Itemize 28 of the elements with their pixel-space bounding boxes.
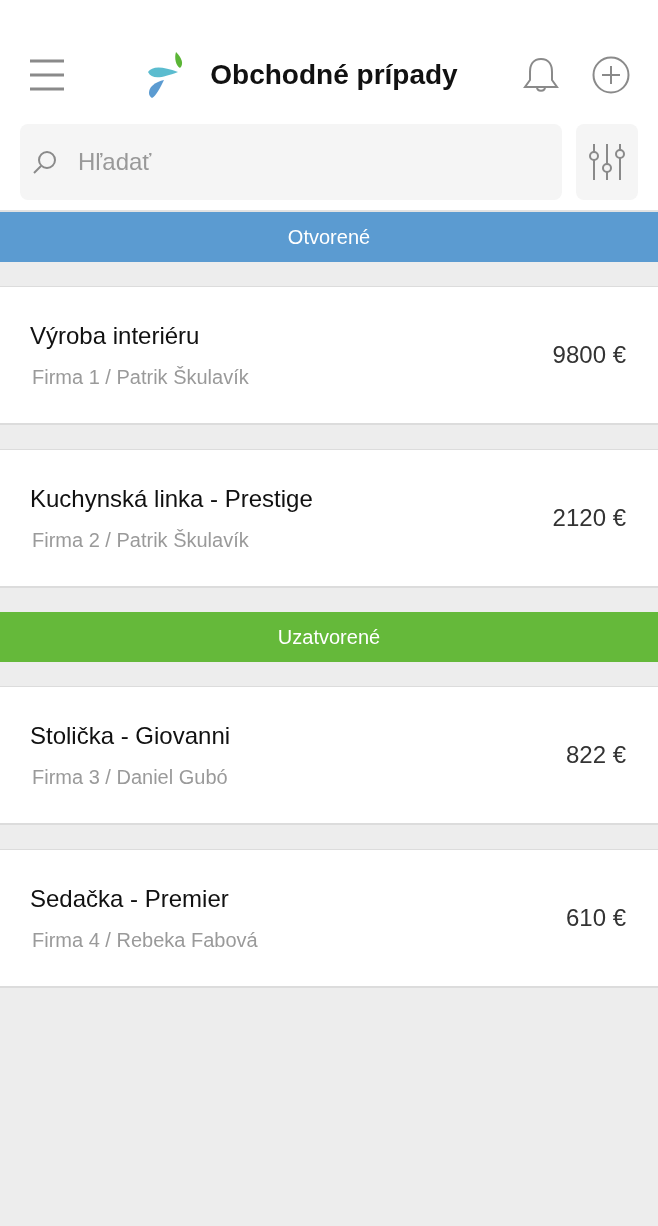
deal-subtitle: Firma 4 / Rebeka Fabová: [31, 928, 259, 952]
page-title: Obchodné prípady: [210, 59, 458, 91]
deal-amount: 9800 €: [552, 341, 626, 369]
bell-icon[interactable]: [522, 56, 560, 94]
menu-icon[interactable]: [30, 58, 64, 92]
deal-card[interactable]: Stolička - Giovanni Firma 3 / Daniel Gubó 822 €: [0, 686, 658, 825]
deal-amount: 822 €: [565, 741, 626, 769]
deal-card[interactable]: Sedačka - Premier Firma 4 / Rebeka Fabová 610 €: [0, 849, 658, 988]
search-icon: [32, 149, 58, 175]
deal-title: Stolička - Giovanni: [30, 721, 232, 750]
deal-card[interactable]: Kuchynská linka - Prestige Firma 2 / Patrik Škulavík 2120 €: [0, 449, 658, 588]
logo-icon: [148, 52, 185, 98]
search-bar[interactable]: Hľadať: [20, 124, 562, 200]
deal-subtitle: Firma 2 / Patrik Škulavík: [31, 528, 250, 552]
deal-title: Kuchynská linka - Prestige: [30, 484, 314, 513]
search-field[interactable]: Hľadať: [76, 147, 548, 177]
deal-card[interactable]: Výroba interiéru Firma 1 / Patrik Škulavík 9800 €: [0, 286, 658, 425]
deal-amount: 610 €: [565, 904, 626, 932]
sliders-icon: [589, 144, 625, 180]
deal-subtitle: Firma 1 / Patrik Škulavík: [31, 365, 250, 389]
deal-title: Výroba interiéru: [30, 321, 201, 350]
filter-button[interactable]: [576, 124, 638, 200]
deal-subtitle: Firma 3 / Daniel Gubó: [31, 765, 229, 789]
deal-amount: 2120 €: [552, 504, 626, 532]
section-header: Otvorené: [0, 212, 658, 262]
add-icon[interactable]: [592, 56, 630, 94]
section-header: Uzatvorené: [0, 612, 658, 662]
deal-title: Sedačka - Premier: [30, 884, 230, 913]
